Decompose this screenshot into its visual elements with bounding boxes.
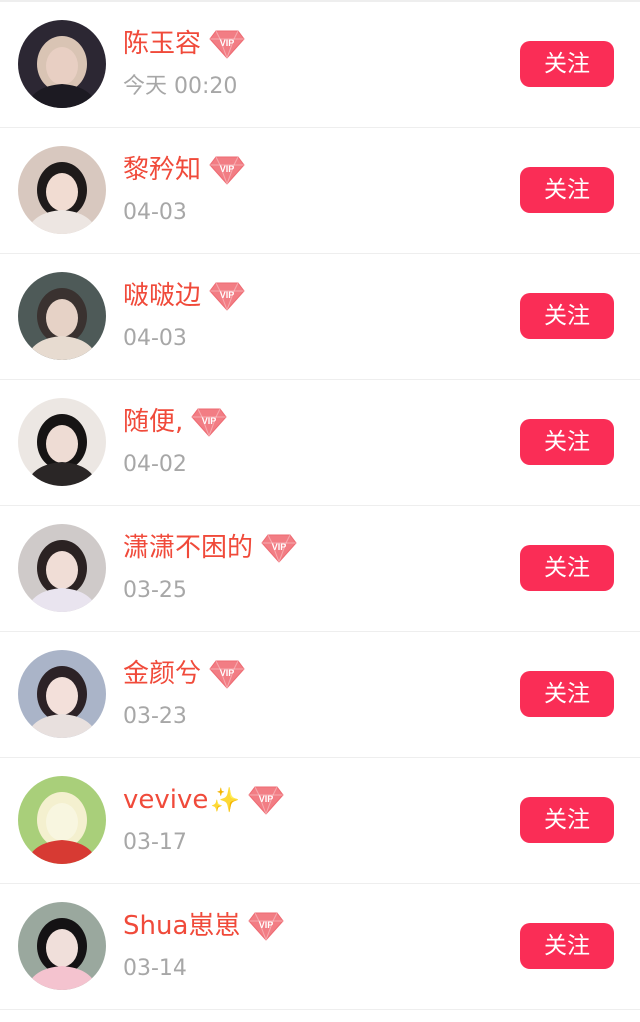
name-line: Shua崽崽 VIP [123, 906, 285, 946]
follow-button[interactable]: 关注 [520, 293, 614, 339]
name-line: 陈玉容 VIP [123, 24, 245, 64]
vip-badge-text: VIP [259, 920, 274, 930]
list-item[interactable]: 陈玉容 VIP 今天 00:20 关注 [0, 2, 640, 128]
vip-diamond-icon: VIP [209, 282, 245, 311]
user-name[interactable]: 随便, [123, 402, 183, 442]
user-name[interactable]: 啵啵边 [123, 276, 201, 316]
name-line: 潇潇不困的 VIP [123, 528, 297, 568]
follow-time: 04-03 [123, 326, 187, 351]
name-line: 啵啵边 VIP [123, 276, 245, 316]
follow-button[interactable]: 关注 [520, 41, 614, 87]
name-line: 随便, VIP [123, 402, 227, 442]
user-name[interactable]: 潇潇不困的 [123, 528, 253, 568]
follow-time: 今天 00:20 [123, 74, 238, 99]
avatar-image [18, 20, 106, 108]
vip-badge-text: VIP [202, 416, 217, 426]
vip-badge-text: VIP [220, 668, 235, 678]
follow-time: 03-17 [123, 830, 187, 855]
follow-time: 04-03 [123, 200, 187, 225]
vip-diamond-icon: VIP [261, 534, 297, 563]
list-item[interactable]: vevive ✨ VIP 03-17 关注 [0, 758, 640, 884]
list-item[interactable]: 黎矜知 VIP 04-03 关注 [0, 128, 640, 254]
vip-diamond-icon: VIP [209, 156, 245, 185]
follow-time: 03-25 [123, 578, 187, 603]
user-name[interactable]: vevive [123, 780, 208, 820]
user-name[interactable]: Shua崽崽 [123, 906, 240, 946]
follow-button[interactable]: 关注 [520, 671, 614, 717]
avatar[interactable] [18, 902, 106, 990]
vip-diamond-icon: VIP [209, 30, 245, 59]
follow-button[interactable]: 关注 [520, 797, 614, 843]
user-name[interactable]: 黎矜知 [123, 150, 201, 190]
avatar[interactable] [18, 776, 106, 864]
avatar-image [18, 524, 106, 612]
follow-button[interactable]: 关注 [520, 923, 614, 969]
follow-button[interactable]: 关注 [520, 167, 614, 213]
avatar[interactable] [18, 524, 106, 612]
vip-badge-text: VIP [272, 542, 287, 552]
list-item[interactable]: 金颜兮 VIP 03-23 关注 [0, 632, 640, 758]
list-item[interactable]: 随便, VIP 04-02 关注 [0, 380, 640, 506]
name-line: 金颜兮 VIP [123, 654, 245, 694]
vip-badge-text: VIP [220, 38, 235, 48]
vip-diamond-icon: VIP [248, 786, 284, 815]
user-name[interactable]: 陈玉容 [123, 24, 201, 64]
vip-badge-text: VIP [220, 290, 235, 300]
follow-time: 04-02 [123, 452, 187, 477]
avatar-image [18, 398, 106, 486]
follow-list: 陈玉容 VIP 今天 00:20 关注 黎矜知 VIP 04-03 关注 啵啵边… [0, 2, 640, 1010]
avatar[interactable] [18, 272, 106, 360]
vip-diamond-icon: VIP [209, 660, 245, 689]
avatar[interactable] [18, 20, 106, 108]
name-line: 黎矜知 VIP [123, 150, 245, 190]
list-item[interactable]: 啵啵边 VIP 04-03 关注 [0, 254, 640, 380]
follow-time: 03-23 [123, 704, 187, 729]
follow-button[interactable]: 关注 [520, 419, 614, 465]
user-name[interactable]: 金颜兮 [123, 654, 201, 694]
avatar-image [18, 776, 106, 864]
vip-diamond-icon: VIP [248, 912, 285, 941]
follow-time: 03-14 [123, 956, 187, 981]
avatar[interactable] [18, 650, 106, 738]
list-item[interactable]: 潇潇不困的 VIP 03-25 关注 [0, 506, 640, 632]
avatar[interactable] [18, 146, 106, 234]
list-item[interactable]: Shua崽崽 VIP 03-14 关注 [0, 884, 640, 1010]
avatar-image [18, 272, 106, 360]
name-line: vevive ✨ VIP [123, 780, 284, 820]
avatar-image [18, 902, 106, 990]
avatar-image [18, 650, 106, 738]
follow-button[interactable]: 关注 [520, 545, 614, 591]
vip-badge-text: VIP [259, 794, 274, 804]
avatar[interactable] [18, 398, 106, 486]
sparkles-emoji: ✨ [210, 786, 241, 814]
avatar-image [18, 146, 106, 234]
vip-badge-text: VIP [220, 164, 235, 174]
vip-diamond-icon: VIP [191, 408, 227, 437]
